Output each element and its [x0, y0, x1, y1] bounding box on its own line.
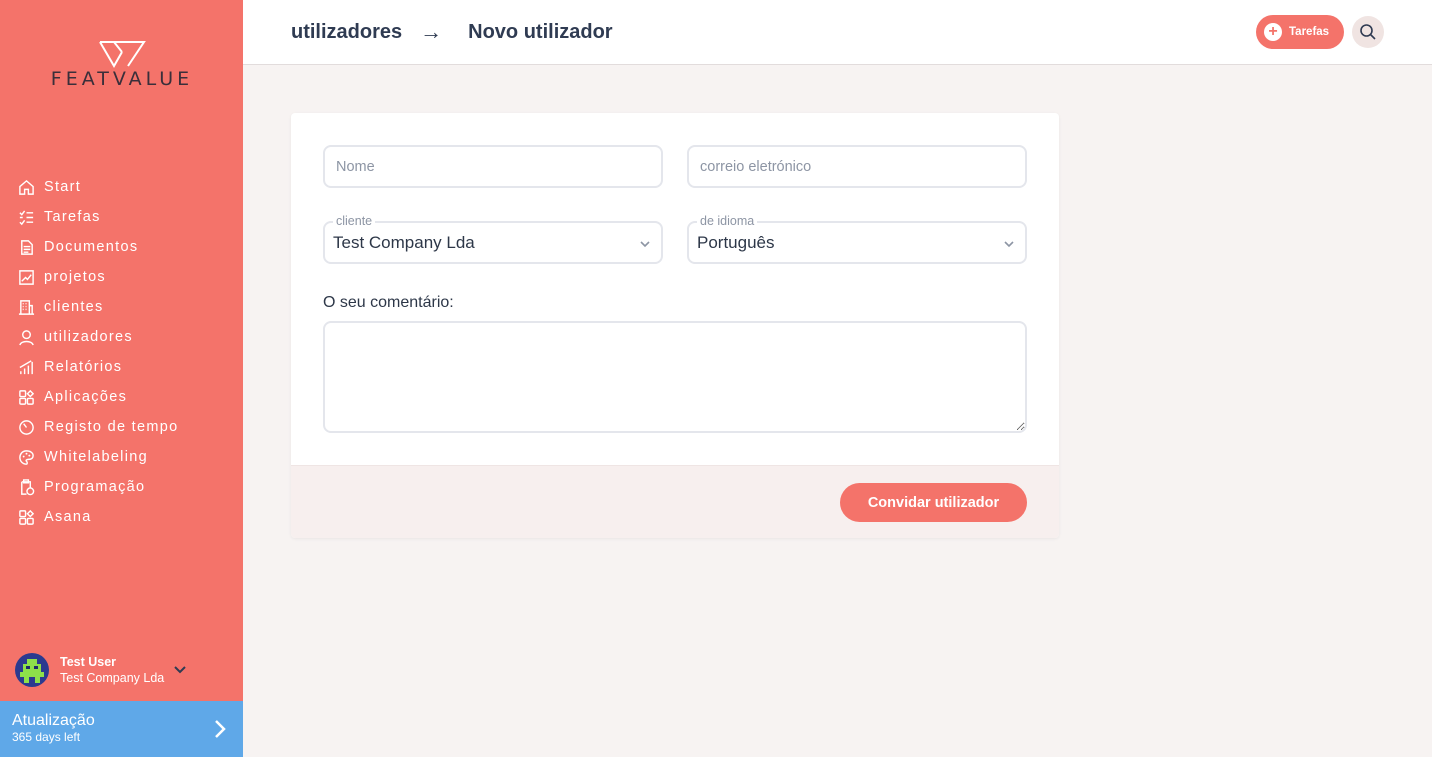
breadcrumb: utilizadores → Novo utilizador — [291, 19, 613, 45]
upgrade-banner[interactable]: Atualização 365 days left — [0, 701, 243, 757]
sidebar: FEATVALUE Start Tarefas Documentos proje… — [0, 0, 243, 757]
sidebar-item-projetos[interactable]: projetos — [0, 262, 243, 292]
apps-icon — [17, 508, 35, 526]
sidebar-item-label: Whitelabeling — [44, 449, 148, 465]
language-select-value: Português — [697, 233, 775, 252]
brand-logo[interactable]: FEATVALUE — [36, 40, 208, 90]
sidebar-item-whitelabeling[interactable]: Whitelabeling — [0, 442, 243, 472]
sidebar-item-label: Registo de tempo — [44, 419, 179, 435]
palette-icon — [17, 448, 35, 466]
sidebar-item-aplicacoes[interactable]: Aplicações — [0, 382, 243, 412]
email-field-wrapper — [687, 145, 1027, 188]
comment-label: O seu comentário: — [323, 294, 454, 311]
sidebar-item-label: Relatórios — [44, 359, 123, 375]
add-task-button[interactable]: + Tarefas — [1256, 15, 1344, 49]
sidebar-item-label: utilizadores — [44, 329, 133, 345]
form-footer: Convidar utilizador — [291, 465, 1059, 538]
sidebar-item-utilizadores[interactable]: utilizadores — [0, 322, 243, 352]
timer-icon — [17, 418, 35, 436]
sidebar-item-start[interactable]: Start — [0, 172, 243, 202]
avatar — [15, 653, 49, 687]
apps-icon — [17, 388, 35, 406]
schedule-icon — [17, 478, 35, 496]
task-list-icon — [17, 208, 35, 226]
sidebar-item-label: Asana — [44, 509, 92, 525]
client-select-value: Test Company Lda — [333, 233, 475, 252]
search-button[interactable] — [1352, 16, 1384, 48]
language-select[interactable]: de idioma Português — [687, 214, 1027, 264]
new-user-form: cliente Test Company Lda de idioma Portu… — [291, 113, 1059, 538]
search-icon — [1360, 24, 1376, 40]
brand-name: FEATVALUE — [50, 68, 194, 90]
bar-chart-icon — [17, 358, 35, 376]
comment-textarea[interactable] — [325, 323, 1025, 431]
sidebar-item-label: Start — [44, 179, 82, 195]
email-input[interactable] — [689, 147, 1025, 186]
chevron-right-icon — [215, 720, 226, 738]
sidebar-item-label: Documentos — [44, 239, 139, 255]
upgrade-days-left: 365 days left — [12, 730, 81, 744]
building-icon — [17, 298, 35, 316]
upgrade-title: Atualização — [12, 712, 95, 729]
name-field-wrapper — [323, 145, 663, 188]
language-select-label: de idioma — [697, 214, 758, 228]
top-header: utilizadores → Novo utilizador + Tarefas — [243, 0, 1432, 65]
sidebar-item-documentos[interactable]: Documentos — [0, 232, 243, 262]
page-title: Novo utilizador — [468, 20, 613, 43]
sidebar-nav: Start Tarefas Documentos projetos client… — [0, 172, 243, 532]
sidebar-item-label: clientes — [44, 299, 104, 315]
sidebar-item-asana[interactable]: Asana — [0, 502, 243, 532]
sidebar-item-programacao[interactable]: Programação — [0, 472, 243, 502]
chevron-down-icon — [1004, 241, 1014, 248]
sidebar-item-tarefas[interactable]: Tarefas — [0, 202, 243, 232]
comment-field-wrapper — [323, 321, 1027, 433]
user-name: Test User — [60, 655, 117, 669]
client-select-label: cliente — [333, 214, 376, 228]
sidebar-item-label: Tarefas — [44, 209, 101, 225]
sidebar-item-relatorios[interactable]: Relatórios — [0, 352, 243, 382]
client-select[interactable]: cliente Test Company Lda — [323, 214, 663, 264]
breadcrumb-parent[interactable]: utilizadores — [291, 21, 402, 44]
chevron-down-icon[interactable] — [172, 662, 188, 678]
document-icon — [17, 238, 35, 256]
invite-user-button[interactable]: Convidar utilizador — [840, 483, 1027, 522]
user-company: Test Company Lda — [60, 671, 165, 685]
chart-icon — [17, 268, 35, 286]
name-input[interactable] — [325, 147, 661, 186]
user-menu[interactable]: Test User Test Company Lda — [15, 652, 230, 688]
home-icon — [17, 178, 35, 196]
sidebar-item-label: Programação — [44, 479, 146, 495]
sidebar-item-clientes[interactable]: clientes — [0, 292, 243, 322]
logo-mark-icon — [99, 41, 146, 68]
sidebar-item-registo-de-tempo[interactable]: Registo de tempo — [0, 412, 243, 442]
sidebar-item-label: Aplicações — [44, 389, 128, 405]
sidebar-item-label: projetos — [44, 269, 106, 285]
chevron-down-icon — [640, 241, 650, 248]
plus-icon: + — [1264, 23, 1282, 41]
user-icon — [17, 328, 35, 346]
add-task-button-label: Tarefas — [1289, 26, 1330, 38]
breadcrumb-arrow-icon: → — [420, 19, 443, 44]
